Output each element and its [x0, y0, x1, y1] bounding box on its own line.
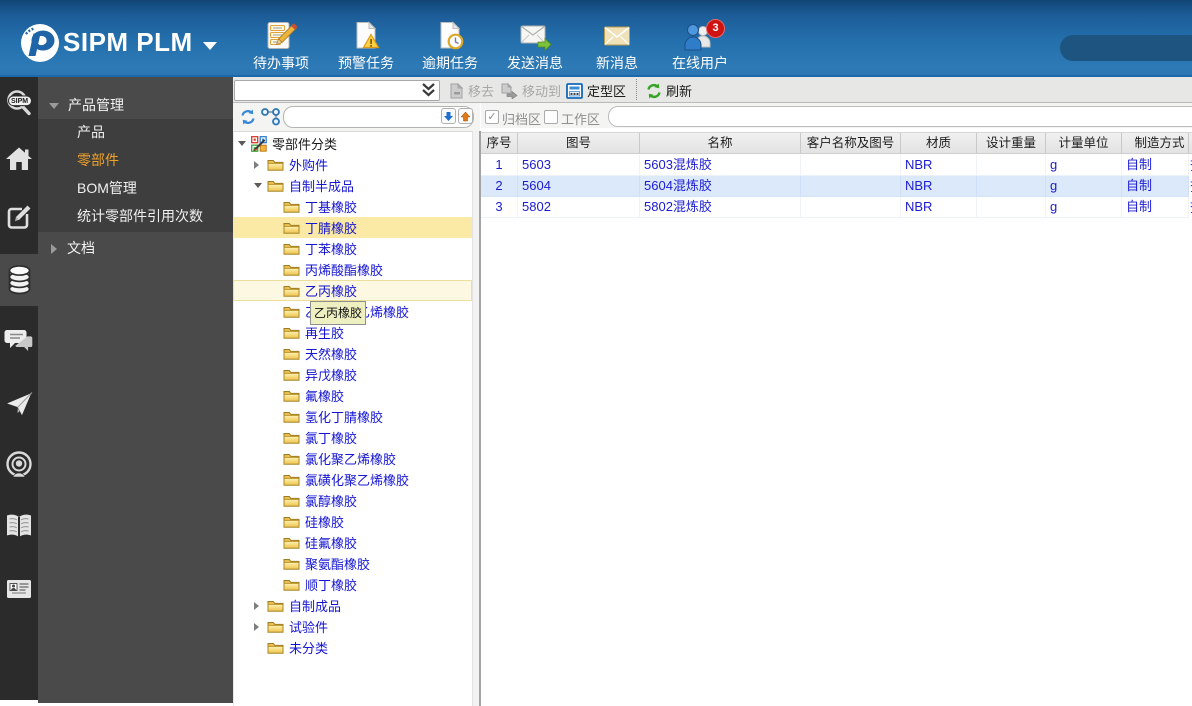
- svg-text:SIPM: SIPM: [11, 98, 28, 105]
